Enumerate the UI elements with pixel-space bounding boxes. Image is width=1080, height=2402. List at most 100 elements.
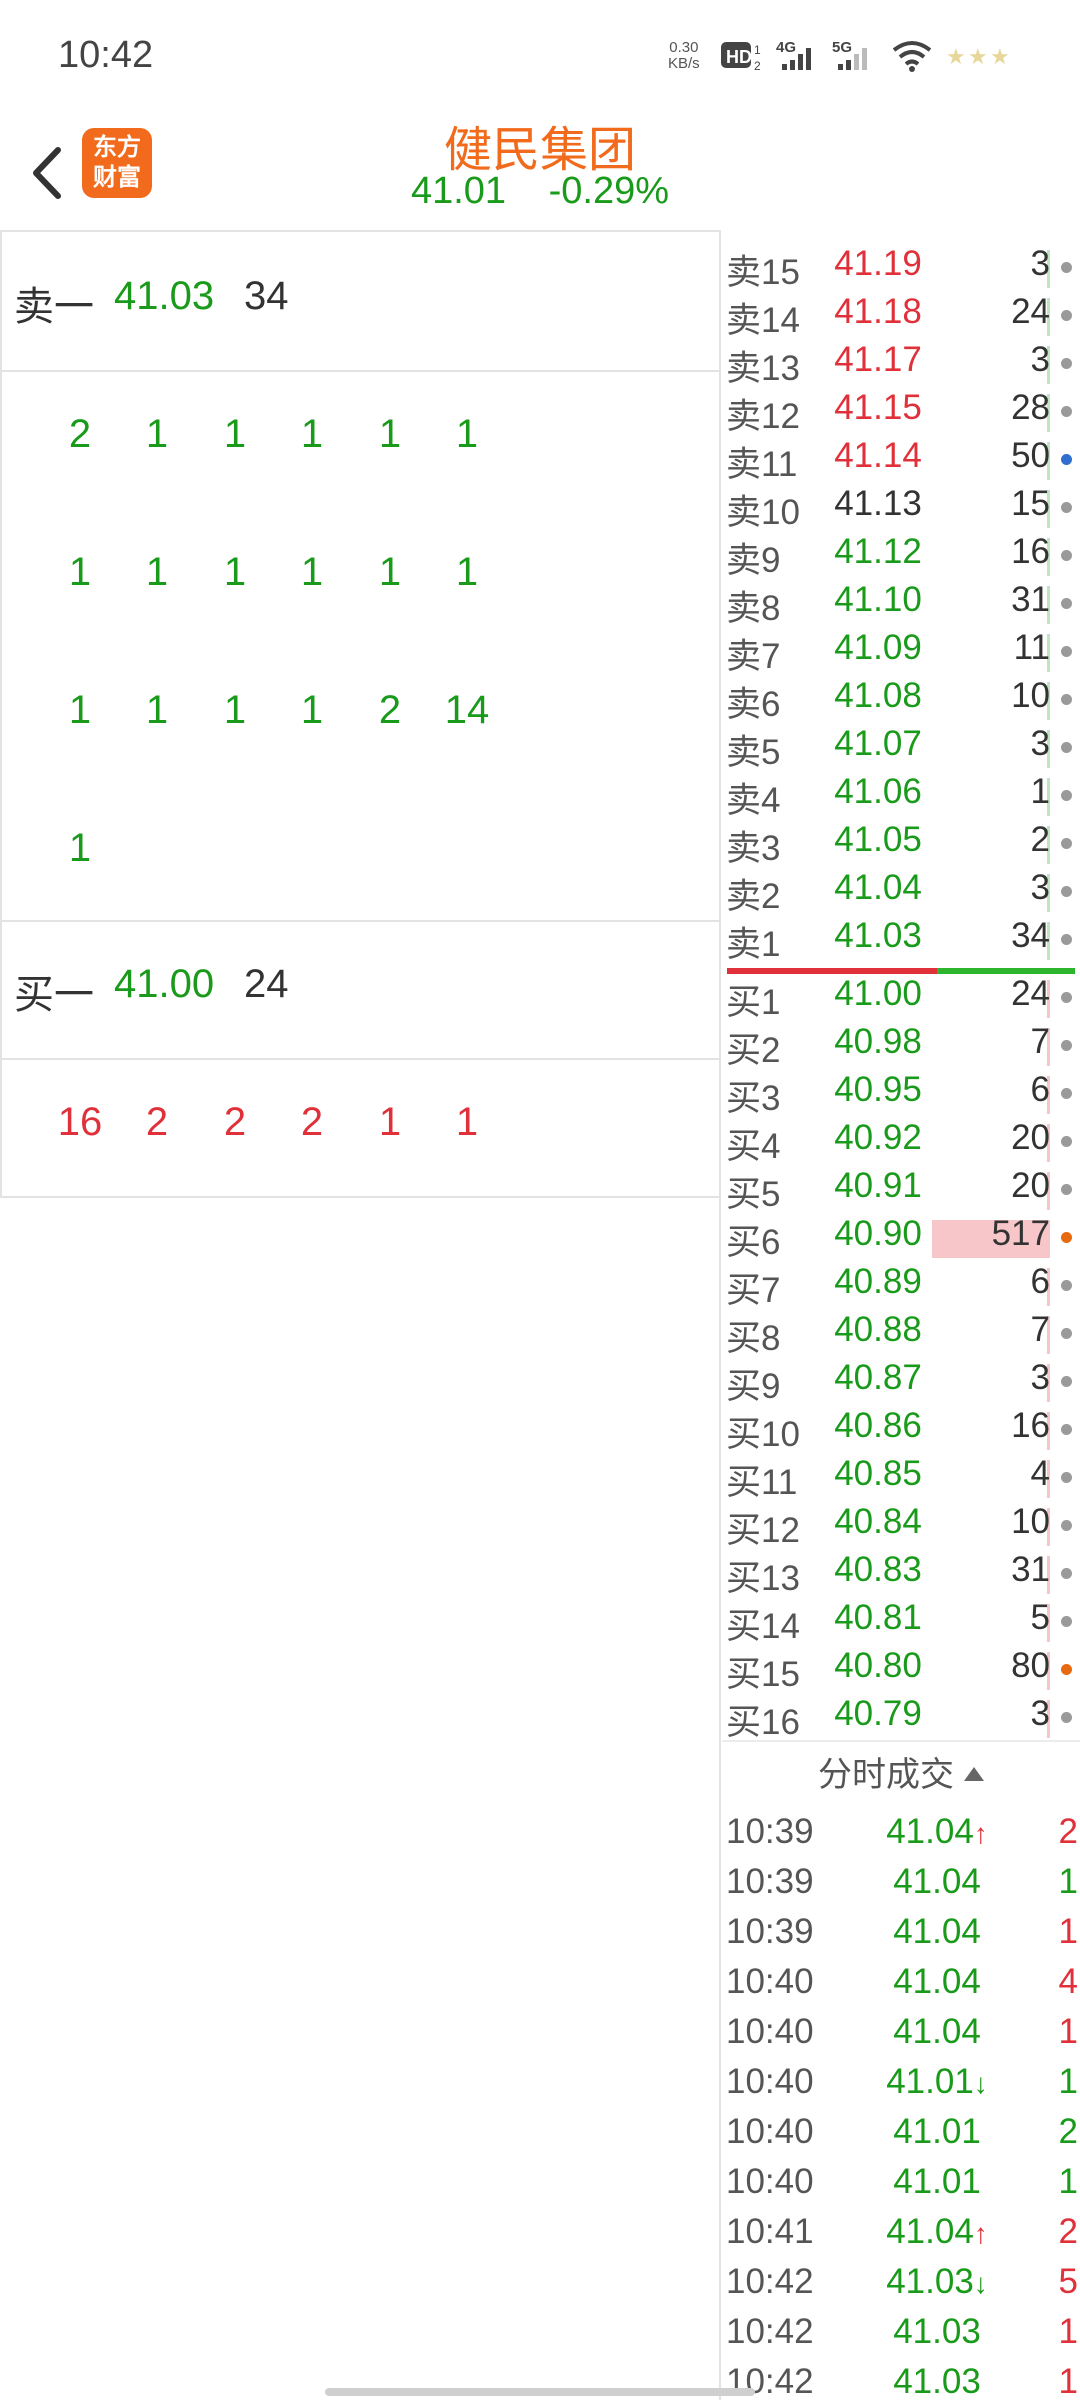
- ask-row[interactable]: 卖7 41.09 11: [722, 626, 1080, 676]
- ask-row[interactable]: 卖9 41.12 16: [722, 530, 1080, 580]
- trade-time: 10:40: [726, 1962, 814, 2001]
- trade-price: 41.04: [862, 1912, 1012, 1952]
- queue-volume: 1: [455, 412, 479, 456]
- ask-row[interactable]: 卖1 41.03 34: [722, 914, 1080, 964]
- ask-level-label: 卖12: [726, 397, 800, 436]
- trade-price: 41.04↑: [862, 2212, 1012, 2252]
- ask-price: 41.14: [834, 436, 922, 475]
- trade-price: 41.01: [862, 2112, 1012, 2152]
- status-dot-icon: [1061, 262, 1072, 273]
- ask-row[interactable]: 卖4 41.06 1: [722, 770, 1080, 820]
- bid-price: 40.83: [834, 1550, 922, 1589]
- queue-volume: 1: [223, 412, 247, 456]
- trade-time: 10:42: [726, 2362, 814, 2401]
- queue-volume: 2: [300, 1100, 324, 1144]
- trade-volume: 1: [1058, 2012, 1078, 2051]
- panel-divider: [719, 230, 721, 2400]
- ask-volume: 31: [1011, 580, 1050, 619]
- ask-row[interactable]: 卖12 41.15 28: [722, 386, 1080, 436]
- ask-row[interactable]: 卖3 41.05 2: [722, 818, 1080, 868]
- svg-text:HD: HD: [726, 47, 752, 67]
- ask-volume: 3: [1030, 868, 1050, 907]
- trade-time: 10:42: [726, 2312, 814, 2351]
- bid-row[interactable]: 买16 40.79 3: [722, 1692, 1080, 1738]
- status-dot-icon: [1061, 598, 1072, 609]
- trade-price: 41.04: [862, 1962, 1012, 2002]
- trade-time: 10:40: [726, 2012, 814, 2051]
- bid-row[interactable]: 买12 40.84 10: [722, 1500, 1080, 1550]
- bid-row[interactable]: 买5 40.91 20: [722, 1164, 1080, 1214]
- tick-trades-panel[interactable]: 分时成交 10:39 41.04↑ 2 10:39 41.04 1 10:39 41.04 1 1…: [722, 1740, 1080, 2402]
- ask-price: 41.18: [834, 292, 922, 331]
- ask-row[interactable]: 卖6 41.08 10: [722, 674, 1080, 724]
- buy-one-price: 41.00: [114, 962, 215, 1006]
- queue-volume: 16: [57, 1100, 103, 1144]
- status-dot-icon: [1061, 1568, 1072, 1579]
- tick-trades-header[interactable]: 分时成交: [722, 1742, 1080, 1808]
- ask-volume: 3: [1030, 724, 1050, 763]
- bid-row[interactable]: 买15 40.80 80: [722, 1644, 1080, 1694]
- sell-one-price: 41.03: [114, 274, 215, 318]
- status-dot-icon: [1061, 550, 1072, 561]
- home-indicator[interactable]: [325, 2388, 755, 2396]
- bid-row[interactable]: 买13 40.83 31: [722, 1548, 1080, 1598]
- order-book[interactable]: 卖15 41.19 3 卖14 41.18 24 卖13 41.17 3 卖12 41.15 28 卖1…: [722, 230, 1080, 1738]
- trade-price: 41.04: [862, 2012, 1012, 2052]
- caret-up-icon: [964, 1767, 984, 1782]
- bid-row[interactable]: 买10 40.86 16: [722, 1404, 1080, 1454]
- ask-row[interactable]: 卖2 41.04 3: [722, 866, 1080, 916]
- ask-row[interactable]: 卖13 41.17 3: [722, 338, 1080, 388]
- trade-row: 10:40 41.01↓ 1: [722, 2058, 1080, 2108]
- status-dot-icon: [1061, 1376, 1072, 1387]
- arrow-up-icon: ↑: [973, 1818, 988, 1849]
- bid-row[interactable]: 买6 40.90 517: [722, 1212, 1080, 1262]
- bid-level-label: 买6: [726, 1223, 781, 1262]
- bid-row[interactable]: 买8 40.88 7: [722, 1308, 1080, 1358]
- bid-row[interactable]: 买14 40.81 5: [722, 1596, 1080, 1646]
- bid-row[interactable]: 买9 40.87 3: [722, 1356, 1080, 1406]
- bid-volume: 80: [1011, 1646, 1050, 1685]
- trade-time: 10:41: [726, 2212, 814, 2251]
- bid-row[interactable]: 买7 40.89 6: [722, 1260, 1080, 1310]
- ask-row[interactable]: 卖5 41.07 3: [722, 722, 1080, 772]
- ask-row[interactable]: 卖14 41.18 24: [722, 290, 1080, 340]
- bid-row[interactable]: 买11 40.85 4: [722, 1452, 1080, 1502]
- bid-volume: 6: [1030, 1070, 1050, 1109]
- bid-row[interactable]: 买1 41.00 24: [722, 972, 1080, 1022]
- bid-row[interactable]: 买3 40.95 6: [722, 1068, 1080, 1118]
- ask-row[interactable]: 卖11 41.14 50: [722, 434, 1080, 484]
- bid-price: 40.85: [834, 1454, 922, 1493]
- bid-volume: 517: [991, 1214, 1050, 1253]
- ask-row[interactable]: 卖8 41.10 31: [722, 578, 1080, 628]
- trade-row: 10:39 41.04 1: [722, 1908, 1080, 1958]
- trade-time: 10:39: [726, 1862, 814, 1901]
- queue-volume: 14: [444, 688, 490, 732]
- bid-row[interactable]: 买2 40.98 7: [722, 1020, 1080, 1070]
- status-dot-icon: [1061, 1040, 1072, 1051]
- ask-row[interactable]: 卖10 41.13 15: [722, 482, 1080, 532]
- bid-level-label: 买15: [726, 1655, 800, 1694]
- svg-text:★: ★: [990, 45, 1010, 70]
- trade-time: 10:40: [726, 2112, 814, 2151]
- ask-volume: 3: [1030, 340, 1050, 379]
- bid-row[interactable]: 买4 40.92 20: [722, 1116, 1080, 1166]
- ask-price: 41.17: [834, 340, 922, 379]
- network-speed: 0.30 KB/s: [668, 40, 700, 72]
- bid-level-label: 买8: [726, 1319, 781, 1358]
- ask-price: 41.09: [834, 628, 922, 667]
- bid-volume: 24: [1011, 974, 1050, 1013]
- ask-level-label: 卖4: [726, 781, 781, 820]
- bid-price: 40.81: [834, 1598, 922, 1637]
- status-dot-icon: [1061, 1184, 1072, 1195]
- ask-row[interactable]: 卖15 41.19 3: [722, 242, 1080, 292]
- ask-level-label: 卖5: [726, 733, 781, 772]
- ask-volume: 16: [1011, 532, 1050, 571]
- ask-level-label: 卖11: [726, 445, 798, 484]
- trade-row: 10:39 41.04↑ 2: [722, 1808, 1080, 1858]
- trade-volume: 1: [1058, 1912, 1078, 1951]
- trade-volume: 2: [1058, 2112, 1078, 2151]
- status-dot-icon: [1061, 1472, 1072, 1483]
- signal-4g-icon: 4G: [776, 39, 811, 70]
- ask-price: 41.19: [834, 244, 922, 283]
- ask-price: 41.10: [834, 580, 922, 619]
